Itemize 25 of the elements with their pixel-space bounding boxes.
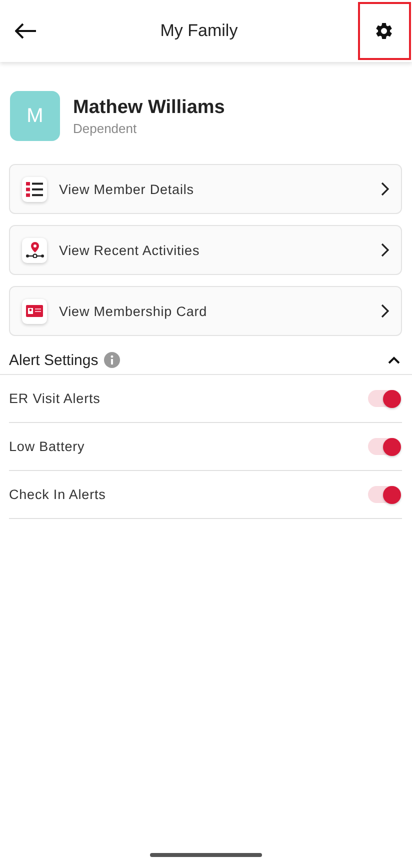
- id-card-icon: [26, 305, 43, 317]
- toggle-switch[interactable]: [368, 438, 401, 455]
- location-pin-icon: [26, 242, 44, 258]
- back-arrow-icon: [15, 23, 37, 39]
- member-role: Dependent: [73, 120, 138, 136]
- gear-icon: [374, 21, 394, 41]
- toggle-switch[interactable]: [368, 486, 401, 503]
- chevron-right-icon: [381, 243, 389, 257]
- section-title: Alert Settings: [9, 352, 98, 368]
- list-icon: [26, 182, 43, 196]
- menu-item[interactable]: View Member Details: [9, 164, 402, 214]
- info-icon[interactable]: [104, 352, 120, 368]
- alert-label: Check In Alerts: [9, 487, 106, 502]
- settings-button[interactable]: [358, 2, 411, 60]
- avatar: M: [10, 91, 60, 141]
- chevron-right-icon: [381, 304, 389, 318]
- member-name: Mathew Williams: [73, 96, 225, 118]
- toggle-switch[interactable]: [368, 390, 401, 407]
- chevron-right-icon: [381, 182, 389, 196]
- menu-item[interactable]: View Membership Card: [9, 286, 402, 336]
- menu-item[interactable]: View Recent Activities: [9, 225, 402, 275]
- alert-label: Low Battery: [9, 439, 85, 454]
- page-title: My Family: [160, 21, 238, 41]
- alert-label: ER Visit Alerts: [9, 391, 100, 406]
- chevron-up-icon[interactable]: [388, 356, 400, 364]
